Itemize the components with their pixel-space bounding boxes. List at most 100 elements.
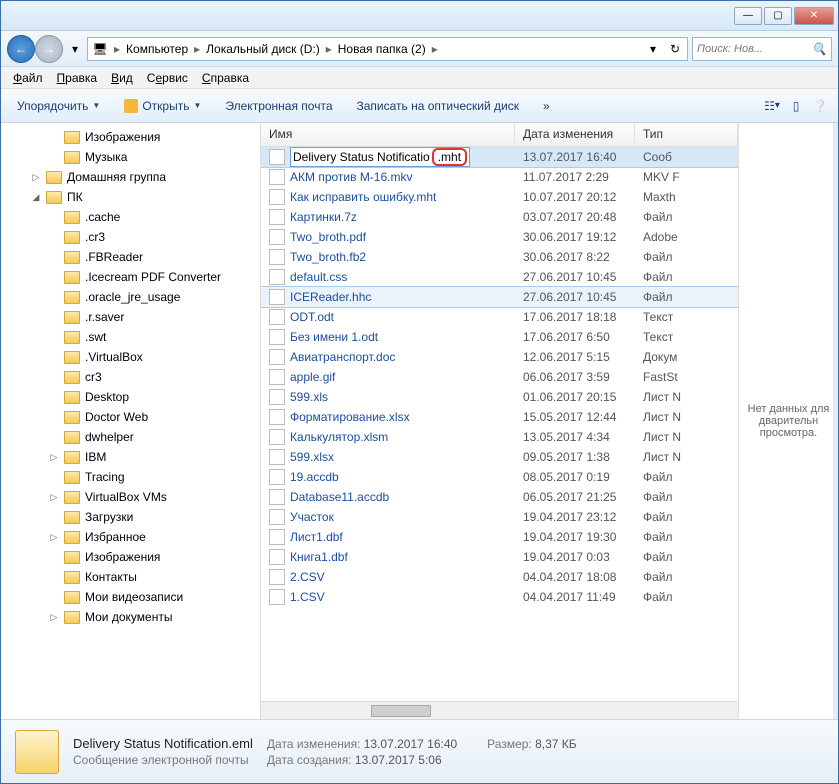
file-rows: Delivery Status Notificatio.mht13.07.201… — [261, 147, 738, 701]
file-row[interactable]: apple.gif06.06.2017 3:59FastSt — [261, 367, 738, 387]
tree-item[interactable]: ▷VirtualBox VMs — [9, 487, 260, 507]
refresh-icon[interactable]: ↻ — [667, 41, 683, 57]
close-button[interactable]: ✕ — [794, 7, 834, 25]
folder-icon — [64, 131, 80, 144]
file-icon — [269, 569, 285, 585]
more-button[interactable]: » — [537, 97, 556, 115]
tree-item[interactable]: Музыка — [9, 147, 260, 167]
menu-view[interactable]: Вид — [111, 71, 133, 85]
tree-item[interactable]: Загрузки — [9, 507, 260, 527]
file-icon — [269, 269, 285, 285]
burn-button[interactable]: Записать на оптический диск — [351, 97, 526, 115]
open-icon — [124, 99, 138, 113]
tree-item[interactable]: .FBReader — [9, 247, 260, 267]
file-row[interactable]: Участок19.04.2017 23:12Файл — [261, 507, 738, 527]
tree-item[interactable]: Desktop — [9, 387, 260, 407]
file-row[interactable]: 599.xls01.06.2017 20:15Лист N — [261, 387, 738, 407]
tree-item[interactable]: cr3 — [9, 367, 260, 387]
search-input[interactable]: Поиск: Нов... 🔍 — [692, 37, 832, 61]
chevron-down-icon[interactable]: ▾ — [645, 41, 661, 57]
file-row[interactable]: Без имени 1.odt17.06.2017 6:50Текст — [261, 327, 738, 347]
file-row[interactable]: Книга1.dbf19.04.2017 0:03Файл — [261, 547, 738, 567]
file-icon — [269, 329, 285, 345]
file-row[interactable]: Two_broth.fb230.06.2017 8:22Файл — [261, 247, 738, 267]
address-bar[interactable]: 🖥▸ Компьютер▸ Локальный диск (D:)▸ Новая… — [87, 37, 688, 61]
folder-icon — [64, 411, 80, 424]
col-type[interactable]: Тип — [635, 123, 738, 146]
preview-pane-icon[interactable]: ▯ — [788, 98, 804, 114]
file-row[interactable]: Как исправить ошибку.mht10.07.2017 20:12… — [261, 187, 738, 207]
tree-item[interactable]: .Icecream PDF Converter — [9, 267, 260, 287]
chevron-down-icon[interactable]: ▾ — [67, 41, 83, 57]
email-button[interactable]: Электронная почта — [219, 97, 338, 115]
folder-icon — [64, 371, 80, 384]
menu-help[interactable]: Справка — [202, 71, 249, 85]
minimize-button[interactable]: — — [734, 7, 762, 25]
tree-item[interactable]: ◢ПК — [9, 187, 260, 207]
tree-item[interactable]: .VirtualBox — [9, 347, 260, 367]
tree-item[interactable]: Doctor Web — [9, 407, 260, 427]
back-button[interactable]: ← — [7, 35, 35, 63]
file-row[interactable]: Авиатранспорт.doc12.06.2017 5:15Докум — [261, 347, 738, 367]
col-name[interactable]: Имя — [261, 123, 515, 146]
folder-icon — [64, 491, 80, 504]
tree-item[interactable]: .cr3 — [9, 227, 260, 247]
view-icon[interactable]: ☷ ▾ — [764, 98, 780, 114]
tree-item[interactable]: Tracing — [9, 467, 260, 487]
folder-icon — [64, 531, 80, 544]
tree-item[interactable]: .r.saver — [9, 307, 260, 327]
file-row[interactable]: АКМ против М-16.mkv11.07.2017 2:29MKV F — [261, 167, 738, 187]
crumb[interactable]: Компьютер — [126, 42, 188, 56]
organize-button[interactable]: Упорядочить▼ — [11, 97, 106, 115]
tree-item[interactable]: Контакты — [9, 567, 260, 587]
tree-item[interactable]: ▷Домашняя группа — [9, 167, 260, 187]
tree-item[interactable]: .oracle_jre_usage — [9, 287, 260, 307]
file-row[interactable]: ICEReader.hhc27.06.2017 10:45Файл — [261, 287, 738, 307]
search-placeholder: Поиск: Нов... — [697, 43, 763, 55]
maximize-button[interactable]: ▢ — [764, 7, 792, 25]
menu-file[interactable]: Файл — [13, 71, 43, 85]
tree-item[interactable]: .cache — [9, 207, 260, 227]
file-row[interactable]: 2.CSV04.04.2017 18:08Файл — [261, 567, 738, 587]
tree-item[interactable]: dwhelper — [9, 427, 260, 447]
open-button[interactable]: Открыть▼ — [118, 97, 207, 115]
file-row[interactable]: 599.xlsx09.05.2017 1:38Лист N — [261, 447, 738, 467]
file-row[interactable]: Форматирование.xlsx15.05.2017 12:44Лист … — [261, 407, 738, 427]
search-icon: 🔍 — [811, 41, 827, 57]
file-icon — [269, 429, 285, 445]
h-scrollbar[interactable] — [261, 701, 738, 719]
folder-tree[interactable]: ИзображенияМузыка▷Домашняя группа◢ПК.cac… — [1, 123, 261, 719]
file-row[interactable]: 19.accdb08.05.2017 0:19Файл — [261, 467, 738, 487]
file-row[interactable]: default.css27.06.2017 10:45Файл — [261, 267, 738, 287]
forward-button[interactable]: → — [35, 35, 63, 63]
tree-item[interactable]: .swt — [9, 327, 260, 347]
file-row[interactable]: 1.CSV04.04.2017 11:49Файл — [261, 587, 738, 607]
file-row[interactable]: ODT.odt17.06.2017 18:18Текст — [261, 307, 738, 327]
file-icon — [269, 489, 285, 505]
tree-item[interactable]: ▷IBM — [9, 447, 260, 467]
tree-item[interactable]: Изображения — [9, 127, 260, 147]
tree-item[interactable]: ▷Мои документы — [9, 607, 260, 627]
crumb[interactable]: Локальный диск (D:) — [206, 42, 320, 56]
nav-row: ← → ▾ 🖥▸ Компьютер▸ Локальный диск (D:)▸… — [1, 31, 838, 67]
status-bar: Delivery Status Notification.eml Сообщен… — [1, 719, 838, 783]
file-icon — [269, 469, 285, 485]
file-row[interactable]: Картинки.7z03.07.2017 20:48Файл — [261, 207, 738, 227]
menu-tools[interactable]: Сервис — [147, 71, 188, 85]
crumb[interactable]: Новая папка (2) — [338, 42, 426, 56]
rename-input[interactable]: Delivery Status Notificatio.mht — [290, 147, 470, 167]
folder-icon — [64, 231, 80, 244]
folder-icon — [64, 611, 80, 624]
tree-item[interactable]: Изображения — [9, 547, 260, 567]
file-row[interactable]: Two_broth.pdf30.06.2017 19:12Adobe — [261, 227, 738, 247]
file-row[interactable]: Калькулятор.xlsm13.05.2017 4:34Лист N — [261, 427, 738, 447]
file-row[interactable]: Database11.accdb06.05.2017 21:25Файл — [261, 487, 738, 507]
col-date[interactable]: Дата изменения — [515, 123, 635, 146]
file-row[interactable]: Delivery Status Notificatio.mht13.07.201… — [261, 147, 738, 167]
help-icon[interactable]: ❔ — [812, 98, 828, 114]
menu-edit[interactable]: Правка — [57, 71, 98, 85]
file-row[interactable]: Лист1.dbf19.04.2017 19:30Файл — [261, 527, 738, 547]
tree-item[interactable]: Мои видеозаписи — [9, 587, 260, 607]
folder-icon — [64, 351, 80, 364]
tree-item[interactable]: ▷Избранное — [9, 527, 260, 547]
